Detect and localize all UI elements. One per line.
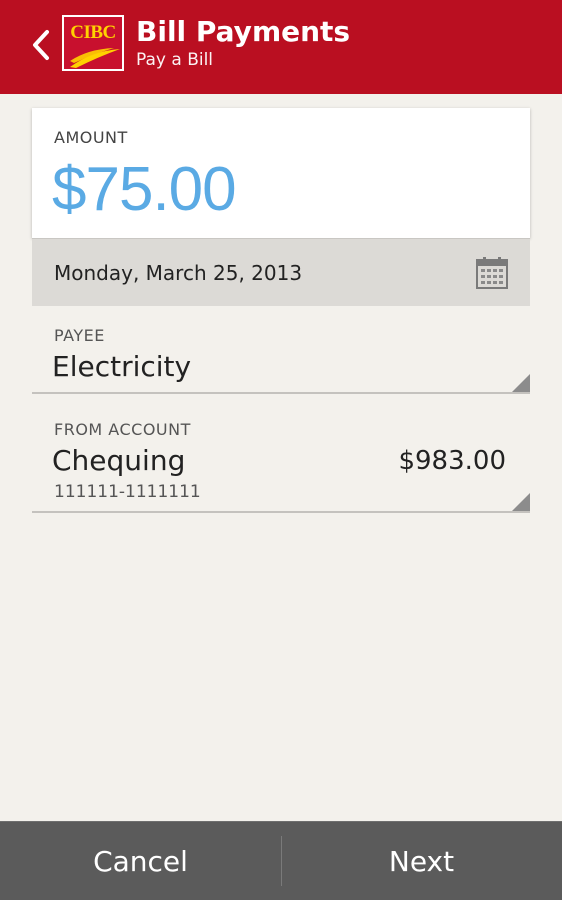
action-bar: Cancel Next	[0, 821, 562, 900]
dropdown-corner-icon	[512, 374, 530, 392]
chevron-left-icon[interactable]	[28, 27, 56, 63]
account-balance: $983.00	[398, 446, 506, 476]
from-account-label: FROM ACCOUNT	[54, 420, 191, 439]
calendar-icon[interactable]	[475, 256, 509, 290]
logo-text: CIBC	[70, 22, 116, 43]
payee-value: Electricity	[52, 350, 192, 383]
amount-value: $75.00	[52, 155, 237, 224]
cancel-button[interactable]: Cancel	[0, 822, 281, 900]
next-button[interactable]: Next	[281, 822, 562, 900]
account-number: 111111-1111111	[54, 482, 201, 502]
page-subtitle: Pay a Bill	[136, 50, 214, 70]
amount-field[interactable]: AMOUNT $75.00	[32, 108, 530, 238]
logo-swoosh	[70, 48, 120, 68]
payee-selector[interactable]: PAYEE Electricity	[32, 320, 530, 394]
payment-date-value: Monday, March 25, 2013	[54, 261, 303, 285]
page-title: Bill Payments	[136, 15, 351, 48]
payment-date-field[interactable]: Monday, March 25, 2013	[32, 238, 530, 306]
app-header: CIBC Bill Payments Pay a Bill	[0, 0, 562, 94]
cibc-logo[interactable]: CIBC	[62, 15, 124, 71]
account-name: Chequing	[52, 444, 186, 477]
dropdown-corner-icon	[512, 493, 530, 511]
amount-label: AMOUNT	[54, 128, 128, 147]
bill-payment-screen: CIBC Bill Payments Pay a Bill AMOUNT $75…	[0, 0, 562, 900]
payee-label: PAYEE	[54, 326, 105, 345]
from-account-selector[interactable]: FROM ACCOUNT Chequing $983.00 111111-111…	[32, 414, 530, 513]
